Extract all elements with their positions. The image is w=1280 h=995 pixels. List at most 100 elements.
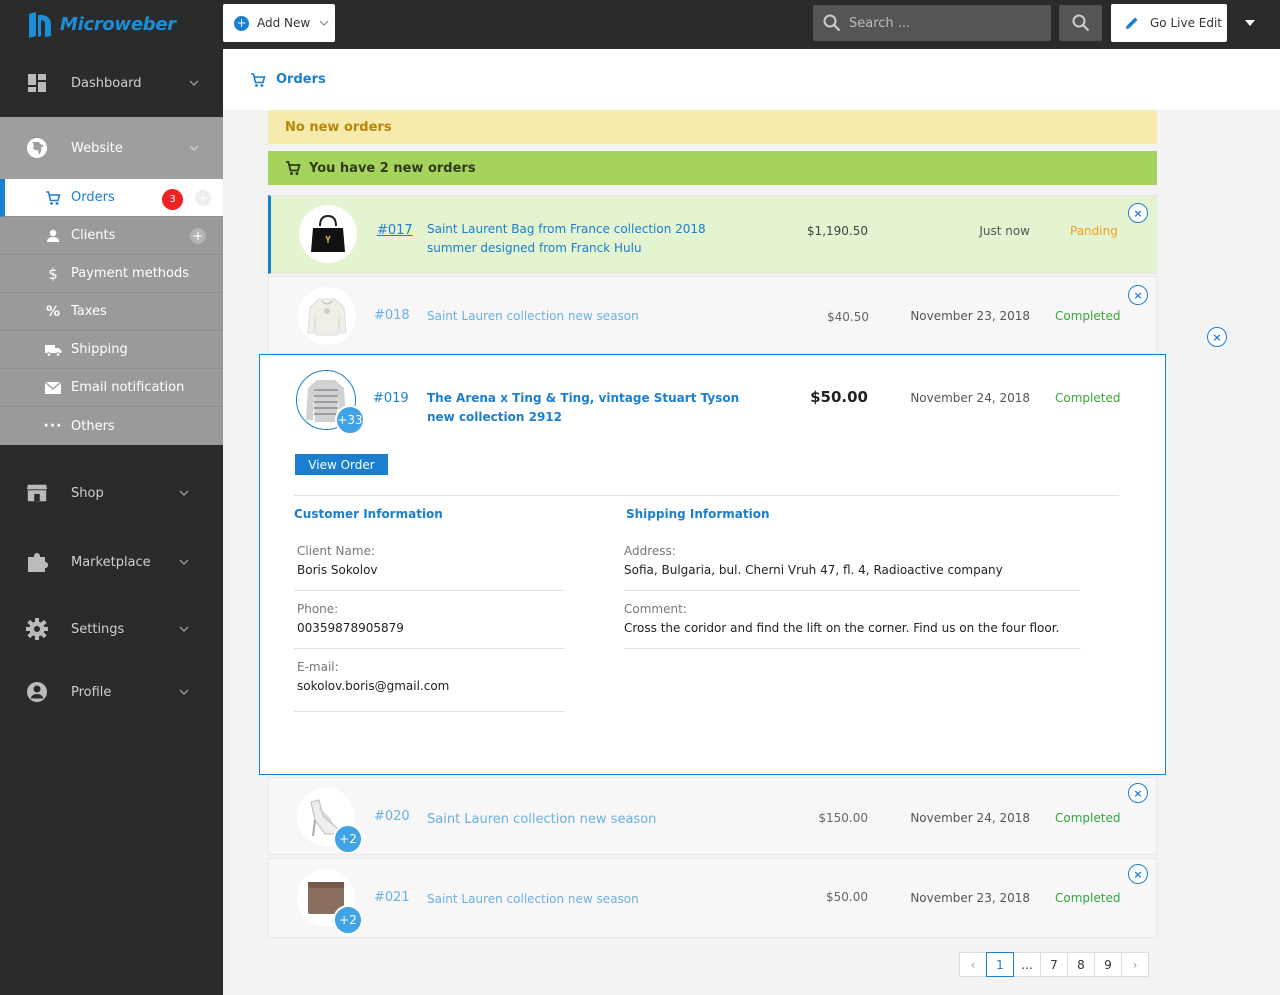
- shop-icon: [26, 482, 48, 504]
- sidebar-item-label: Orders: [71, 190, 115, 205]
- cart-icon: [251, 72, 266, 87]
- divider: [294, 495, 1119, 496]
- sidebar-item-taxes[interactable]: % Taxes: [0, 293, 223, 331]
- sidebar-item-label: Clients: [71, 228, 116, 243]
- order-row[interactable]: #017 Saint Laurent Bag from France colle…: [268, 195, 1157, 274]
- more-items-badge: +2: [333, 824, 363, 854]
- dollar-icon: $: [48, 264, 58, 283]
- comment-value: Cross the coridor and find the lift on t…: [624, 621, 1060, 635]
- pagination-page-8[interactable]: 8: [1067, 952, 1095, 977]
- add-new-button[interactable]: + Add New: [223, 4, 335, 42]
- percent-icon: %: [45, 303, 61, 320]
- chevron-down-icon: [319, 20, 329, 26]
- gear-icon: [26, 618, 48, 640]
- sidebar-item-label: Others: [71, 418, 115, 434]
- go-live-edit-button[interactable]: Go Live Edit: [1111, 4, 1227, 42]
- close-icon[interactable]: ×: [1128, 783, 1148, 803]
- logo[interactable]: Microweber: [0, 0, 223, 49]
- order-status: Completed: [1055, 891, 1121, 905]
- pagination-page-7[interactable]: 7: [1040, 952, 1068, 977]
- order-status: Completed: [1055, 309, 1121, 323]
- order-date: November 23, 2018: [910, 891, 1030, 905]
- order-id-link[interactable]: #019: [373, 391, 409, 406]
- sidebar-item-label: Shop: [71, 485, 104, 501]
- order-id-link[interactable]: #020: [374, 809, 410, 824]
- sidebar-item-email-notification[interactable]: Email notification: [0, 369, 223, 407]
- order-title-line: The Arena x Ting & Ting, vintage Stuart …: [427, 391, 740, 405]
- close-icon[interactable]: ×: [1128, 285, 1148, 305]
- close-icon[interactable]: ×: [1207, 327, 1227, 347]
- add-icon[interactable]: +: [190, 228, 206, 244]
- sidebar-item-profile[interactable]: Profile: [0, 675, 223, 709]
- sidebar-item-settings[interactable]: Settings: [0, 583, 223, 675]
- order-status: Completed: [1055, 391, 1121, 405]
- phone-label: Phone:: [297, 602, 339, 616]
- truck-icon: [44, 341, 62, 359]
- product-thumbnail: +2: [297, 788, 363, 854]
- sidebar-item-dashboard[interactable]: Dashboard: [0, 49, 223, 117]
- close-icon[interactable]: ×: [1128, 203, 1148, 223]
- order-id-link[interactable]: #017: [377, 223, 413, 238]
- pagination-page-1[interactable]: 1: [986, 952, 1014, 977]
- pagination-page-9[interactable]: 9: [1094, 952, 1122, 977]
- order-price: $40.50: [827, 310, 869, 324]
- order-title-link[interactable]: The Arena x Ting & Ting, vintage Stuart …: [427, 389, 747, 427]
- chevron-down-icon: [179, 626, 189, 632]
- add-icon[interactable]: +: [195, 190, 211, 206]
- email-value: sokolov.boris@gmail.com: [297, 679, 450, 693]
- address-value: Sofia, Bulgaria, bul. Cherni Vruh 47, fl…: [624, 563, 1003, 577]
- order-date: November 24, 2018: [910, 811, 1030, 825]
- sidebar-item-orders[interactable]: Orders 3 +: [0, 179, 223, 217]
- product-thumbnail: [299, 205, 357, 263]
- pencil-icon: [1126, 17, 1138, 29]
- order-date: November 24, 2018: [910, 391, 1030, 405]
- order-price: $50.00: [826, 890, 868, 904]
- search-icon: [1072, 14, 1089, 32]
- pagination-prev-button[interactable]: ‹: [959, 952, 987, 977]
- sidebar-item-payment-methods[interactable]: $ Payment methods: [0, 255, 223, 293]
- order-row[interactable]: +2 #021 Saint Lauren collection new seas…: [268, 858, 1157, 938]
- sidebar-item-label: Settings: [71, 621, 125, 637]
- puzzle-icon: [26, 551, 48, 573]
- order-row[interactable]: +2 #020 Saint Lauren collection new seas…: [268, 777, 1157, 855]
- order-title-link[interactable]: Saint Lauren collection new season: [427, 810, 656, 829]
- sidebar-item-website[interactable]: Website: [0, 117, 223, 179]
- close-icon[interactable]: ×: [1128, 864, 1148, 884]
- order-title-link[interactable]: Saint Laurent Bag from France collection…: [427, 220, 727, 258]
- add-new-label: Add New: [257, 16, 311, 30]
- divider: [294, 648, 565, 649]
- order-id-link[interactable]: #018: [374, 308, 410, 323]
- order-title-link[interactable]: Saint Lauren collection new season: [427, 890, 639, 909]
- divider: [624, 590, 1081, 591]
- customer-info-heading: Customer Information: [294, 507, 443, 521]
- sidebar-item-shop[interactable]: Shop: [0, 445, 223, 541]
- product-thumbnail: +33: [296, 370, 365, 435]
- sidebar-item-marketplace[interactable]: Marketplace: [0, 541, 223, 583]
- caret-down-icon[interactable]: [1245, 20, 1255, 26]
- sidebar-item-label: Marketplace: [71, 554, 151, 570]
- order-title-link[interactable]: Saint Lauren collection new season: [427, 307, 639, 326]
- shipping-info-heading: Shipping Information: [626, 507, 770, 521]
- order-date: November 23, 2018: [910, 309, 1030, 323]
- order-status: Completed: [1055, 811, 1121, 825]
- website-submenu: Orders 3 + Clients + $ Payment methods %…: [0, 179, 223, 445]
- pagination-next-button[interactable]: ›: [1121, 952, 1149, 977]
- more-items-badge: +33: [335, 405, 365, 435]
- sidebar-item-shipping[interactable]: Shipping: [0, 331, 223, 369]
- pagination-ellipsis: ...: [1013, 952, 1041, 977]
- globe-icon: [26, 137, 48, 159]
- sidebar: Microweber Dashboard Website Orders 3 + …: [0, 0, 223, 995]
- cart-icon: [286, 161, 301, 175]
- sidebar-item-others[interactable]: ··· Others: [0, 407, 223, 445]
- order-row[interactable]: #018 Saint Lauren collection new season …: [268, 276, 1157, 354]
- dashboard-icon: [26, 72, 48, 94]
- search-input[interactable]: [849, 15, 1039, 31]
- sidebar-item-clients[interactable]: Clients +: [0, 217, 223, 255]
- sidebar-item-label: Email notification: [71, 380, 185, 395]
- order-id-link[interactable]: #021: [374, 890, 410, 905]
- orders-count-badge: 3: [162, 189, 183, 210]
- client-name-value: Boris Sokolov: [297, 563, 378, 577]
- search-button[interactable]: [1059, 5, 1102, 41]
- search-box: [813, 5, 1051, 41]
- view-order-button[interactable]: View Order: [295, 454, 388, 475]
